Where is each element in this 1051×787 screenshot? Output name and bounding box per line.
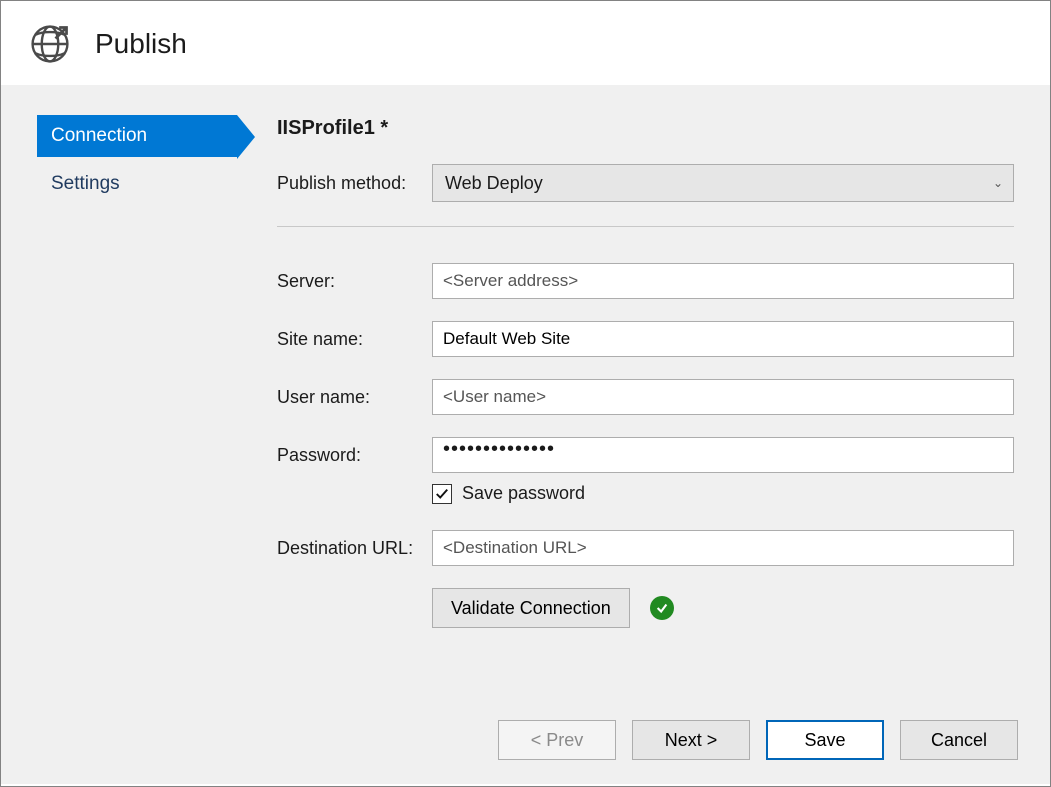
cancel-button[interactable]: Cancel bbox=[900, 720, 1018, 760]
site-name-input[interactable] bbox=[432, 321, 1014, 357]
password-label: Password: bbox=[277, 445, 432, 466]
save-password-label: Save password bbox=[462, 483, 585, 504]
main-panel: IISProfile1 * Publish method: Web Deploy… bbox=[277, 115, 1018, 764]
password-input[interactable]: •••••••••••••• bbox=[432, 437, 1014, 473]
server-label: Server: bbox=[277, 271, 432, 292]
sidebar-item-connection[interactable]: Connection bbox=[37, 115, 237, 157]
section-divider bbox=[277, 226, 1014, 227]
save-button[interactable]: Save bbox=[766, 720, 884, 760]
sidebar-item-settings[interactable]: Settings bbox=[37, 163, 237, 205]
wizard-sidebar: Connection Settings bbox=[37, 115, 237, 764]
sidebar-item-label: Settings bbox=[51, 173, 120, 194]
validation-success-icon bbox=[650, 596, 674, 620]
checkmark-icon bbox=[435, 487, 449, 501]
publish-method-label: Publish method: bbox=[277, 173, 432, 194]
destination-url-input[interactable] bbox=[432, 530, 1014, 566]
dialog-header: Publish bbox=[1, 1, 1050, 85]
page-title: Publish bbox=[95, 28, 187, 60]
destination-url-label: Destination URL: bbox=[277, 538, 432, 559]
globe-publish-icon bbox=[27, 21, 73, 67]
profile-title: IISProfile1 * bbox=[277, 117, 1014, 140]
site-name-label: Site name: bbox=[277, 329, 432, 350]
user-name-input[interactable] bbox=[432, 379, 1014, 415]
next-button[interactable]: Next > bbox=[632, 720, 750, 760]
publish-method-value: Web Deploy bbox=[445, 173, 543, 194]
user-name-label: User name: bbox=[277, 387, 432, 408]
sidebar-item-label: Connection bbox=[51, 125, 147, 146]
password-masked-value: •••••••••••••• bbox=[443, 438, 555, 460]
dialog-footer: < Prev Next > Save Cancel bbox=[498, 720, 1018, 760]
publish-method-select[interactable]: Web Deploy ⌄ bbox=[432, 164, 1014, 202]
validate-connection-button[interactable]: Validate Connection bbox=[432, 588, 630, 628]
server-input[interactable] bbox=[432, 263, 1014, 299]
prev-button: < Prev bbox=[498, 720, 616, 760]
chevron-down-icon: ⌄ bbox=[993, 176, 1003, 190]
save-password-checkbox[interactable] bbox=[432, 484, 452, 504]
